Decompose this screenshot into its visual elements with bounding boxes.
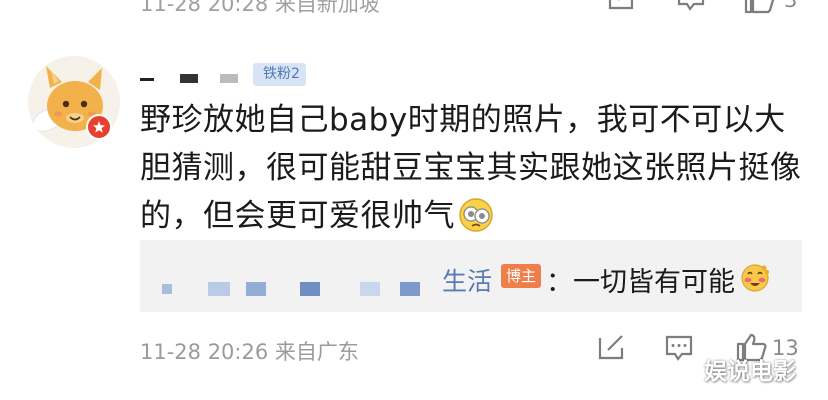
comment-meta: 11-28 20:26 来自广东 bbox=[140, 340, 359, 364]
like-icon[interactable] bbox=[742, 0, 776, 14]
verified-badge-icon bbox=[86, 114, 112, 140]
reply-author-link[interactable]: 生活 bbox=[442, 262, 492, 298]
previous-like-count: 3 bbox=[784, 0, 798, 12]
share-icon[interactable] bbox=[596, 334, 626, 362]
fan-badge: 铁粉2 bbox=[253, 63, 306, 86]
previous-comment-meta: 11-28 20:28 来自新加坡 bbox=[140, 0, 380, 16]
comment-icon[interactable] bbox=[676, 0, 706, 12]
share-icon[interactable] bbox=[606, 0, 636, 12]
dizzy-face-emoji-icon bbox=[459, 198, 493, 232]
blurred-reply-prefix bbox=[162, 282, 420, 296]
host-badge: 博主 bbox=[501, 264, 542, 288]
comment-text: 野珍放她自己baby时期的照片，我可不可以大胆猜测，很可能甜豆宝宝其实跟她这张照… bbox=[140, 96, 810, 240]
watermark: 娱说电影 bbox=[704, 359, 796, 385]
username[interactable] bbox=[140, 70, 260, 84]
happy-blush-emoji-icon bbox=[741, 264, 769, 292]
comment-icon[interactable] bbox=[664, 334, 694, 362]
reply-text: ：一切皆有可能 bbox=[546, 267, 735, 298]
